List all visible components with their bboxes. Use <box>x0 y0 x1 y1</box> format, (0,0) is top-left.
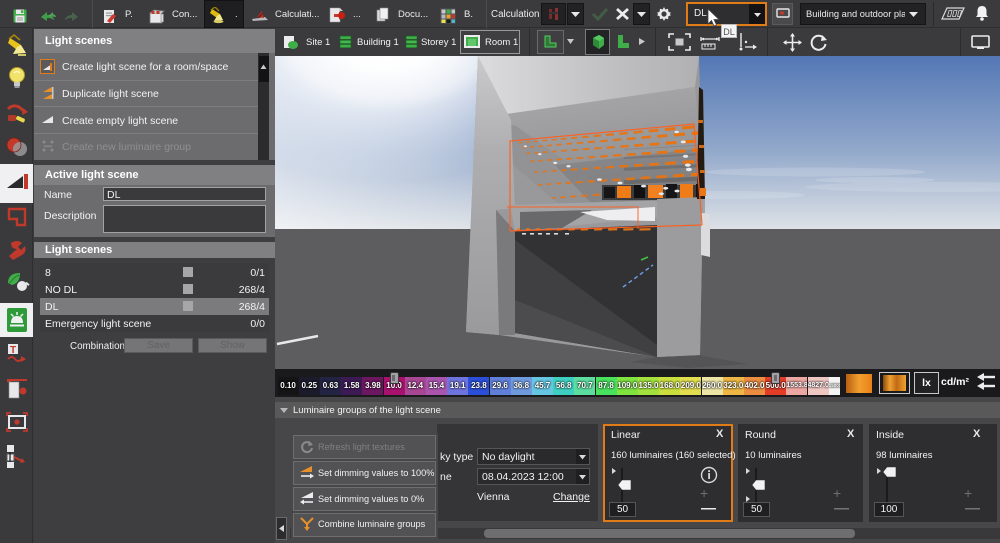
svg-text:T: T <box>10 345 16 356</box>
